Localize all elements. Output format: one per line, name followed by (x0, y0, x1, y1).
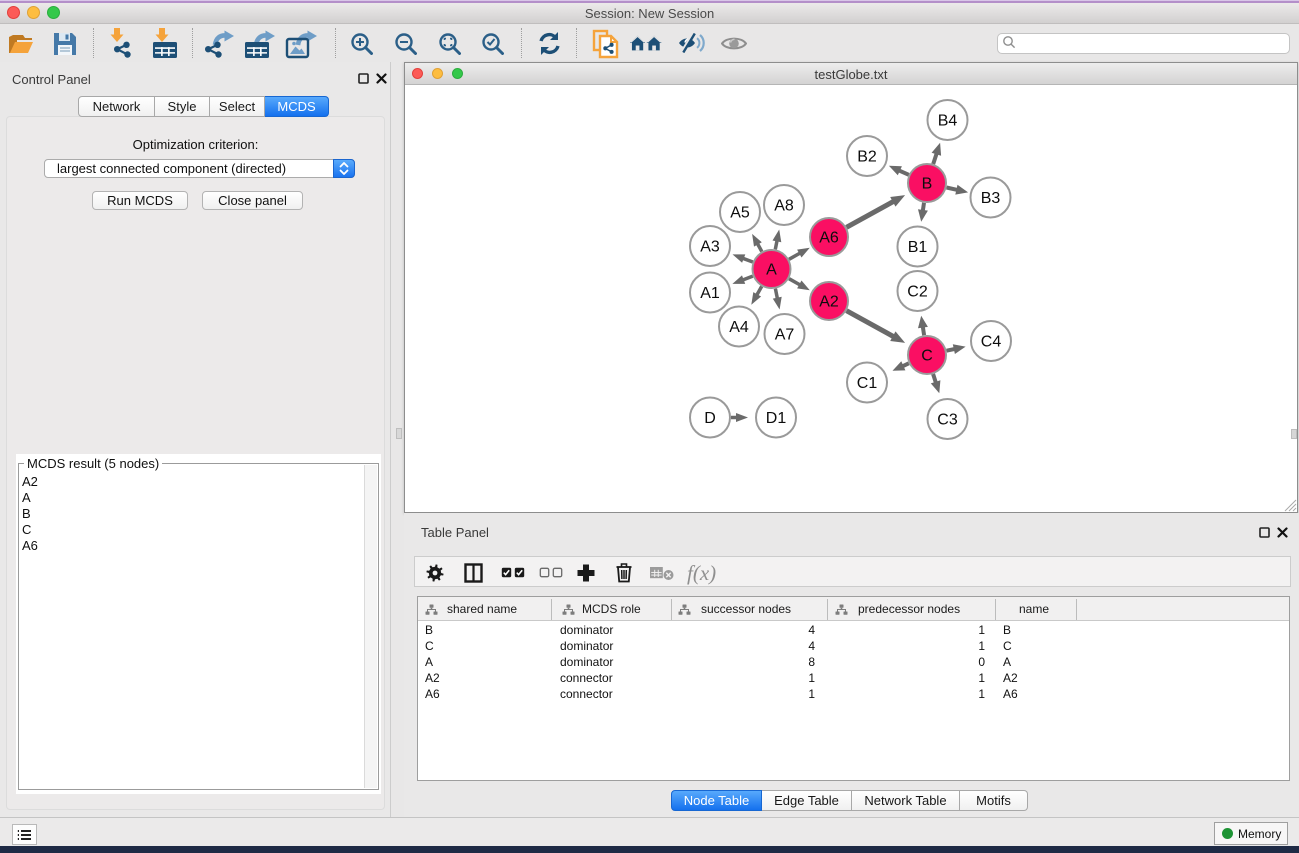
svg-text:C4: C4 (981, 334, 1002, 351)
svg-text:B4: B4 (938, 113, 958, 130)
svg-text:A4: A4 (729, 319, 749, 336)
svg-text:B1: B1 (908, 239, 928, 256)
svg-text:A: A (766, 262, 777, 279)
svg-text:C3: C3 (937, 412, 958, 429)
svg-text:D1: D1 (766, 410, 787, 427)
svg-text:A2: A2 (819, 294, 839, 311)
svg-text:B3: B3 (981, 190, 1001, 207)
svg-text:B: B (922, 176, 933, 193)
svg-text:C1: C1 (857, 375, 878, 392)
svg-text:A3: A3 (700, 239, 720, 256)
svg-text:A7: A7 (775, 327, 795, 344)
svg-text:D: D (704, 410, 716, 427)
svg-text:A6: A6 (819, 230, 839, 247)
svg-text:C: C (921, 348, 933, 365)
svg-text:A8: A8 (774, 198, 794, 215)
svg-text:A1: A1 (700, 285, 720, 302)
svg-text:C2: C2 (907, 284, 928, 301)
svg-text:B2: B2 (857, 149, 877, 166)
svg-text:A5: A5 (730, 205, 750, 222)
